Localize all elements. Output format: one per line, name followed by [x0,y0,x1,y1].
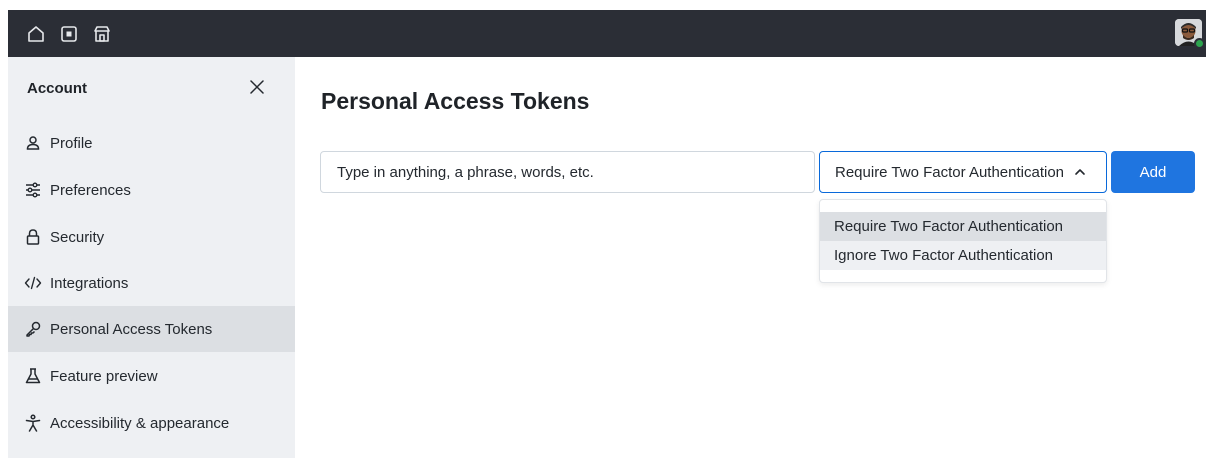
dropdown-option-require[interactable]: Require Two Factor Authentication [820,212,1106,241]
select-value: Require Two Factor Authentication [835,164,1065,181]
sidebar-item-accessibility[interactable]: Accessibility & appearance [8,400,295,446]
sidebar-item-label: Personal Access Tokens [50,321,213,338]
home-icon[interactable] [25,23,47,45]
token-search-input[interactable] [320,151,815,193]
sidebar-header: Account [8,57,295,117]
dropdown-option-label: Ignore Two Factor Authentication [834,247,1054,264]
beaker-icon [25,368,41,384]
two-factor-dropdown-menu: Require Two Factor Authentication Ignore… [819,199,1107,283]
account-sidebar: Account Profile Preferences Security Int… [8,57,295,458]
sidebar-item-profile[interactable]: Profile [8,120,295,166]
sidebar-item-label: Security [50,229,105,246]
sidebar-title: Account [27,80,87,97]
sliders-icon [26,182,40,198]
inbox-icon[interactable] [58,23,80,45]
top-navigation-bar [8,10,1206,57]
key-icon [26,321,41,337]
two-factor-select[interactable]: Require Two Factor Authentication [819,151,1107,193]
code-icon [24,276,42,290]
sidebar-item-label: Accessibility & appearance [50,415,230,432]
sidebar-item-label: Feature preview [50,368,158,385]
online-status-indicator [1194,38,1205,49]
sidebar-item-label: Integrations [50,275,129,292]
person-icon [26,136,40,150]
sidebar-item-label: Preferences [50,182,131,199]
sidebar-item-preferences[interactable]: Preferences [8,167,295,213]
dropdown-option-ignore[interactable]: Ignore Two Factor Authentication [820,241,1106,270]
sidebar-item-security[interactable]: Security [8,214,295,260]
close-icon[interactable] [249,79,265,95]
dropdown-option-label: Require Two Factor Authentication [834,218,1064,235]
lock-icon [26,229,40,245]
add-button[interactable]: Add [1111,151,1195,193]
sidebar-item-personal-access-tokens[interactable]: Personal Access Tokens [8,306,295,352]
chevron-up-icon [1075,169,1085,175]
page-title: Personal Access Tokens [321,88,590,114]
sidebar-item-feature-preview[interactable]: Feature preview [8,353,295,399]
marketplace-icon[interactable] [91,23,113,45]
avatar[interactable] [1175,19,1205,49]
accessibility-icon [25,414,41,432]
sidebar-item-integrations[interactable]: Integrations [8,260,295,306]
sidebar-item-label: Profile [50,135,93,152]
